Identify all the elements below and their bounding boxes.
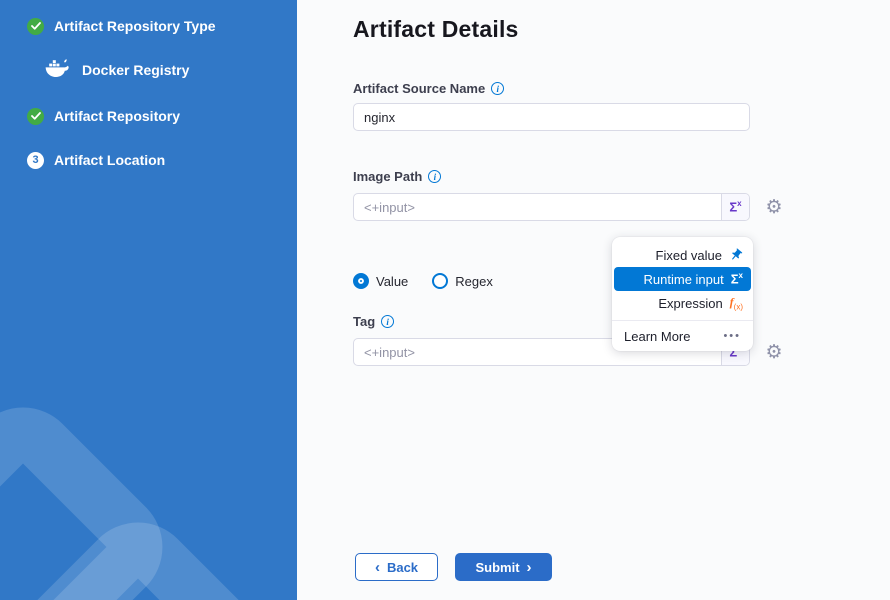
- image-path-label: Image Path i: [353, 169, 441, 184]
- sigma-icon: Σx: [731, 271, 743, 286]
- radio-option-value[interactable]: Value: [353, 273, 408, 289]
- gear-icon[interactable]: ⚙: [763, 341, 785, 363]
- chevron-left-icon: ‹: [375, 560, 380, 575]
- artifact-source-name-label: Artifact Source Name i: [353, 81, 504, 96]
- page-title: Artifact Details: [353, 16, 519, 43]
- step-label: Artifact Repository Type: [54, 18, 216, 34]
- image-path-input[interactable]: [354, 194, 749, 220]
- docker-whale-icon: [44, 59, 70, 81]
- info-icon[interactable]: i: [428, 170, 441, 183]
- step-label: Docker Registry: [82, 62, 189, 78]
- learn-more-link[interactable]: Learn More: [624, 329, 690, 344]
- radio-selected-icon[interactable]: [353, 273, 369, 289]
- menu-item-label: Expression: [658, 296, 722, 311]
- menu-item-label: Fixed value: [656, 248, 722, 263]
- info-icon[interactable]: i: [381, 315, 394, 328]
- main-content: Artifact Details Artifact Source Name i …: [297, 0, 890, 600]
- artifact-source-name-input-wrap: [353, 103, 750, 131]
- step-number-badge: 3: [27, 152, 44, 169]
- pin-icon: [726, 245, 746, 265]
- label-text: Tag: [353, 314, 375, 329]
- menu-item-runtime-input[interactable]: Runtime input Σx: [614, 267, 751, 291]
- menu-item-fixed-value[interactable]: Fixed value: [612, 243, 753, 267]
- check-icon: [27, 18, 44, 35]
- more-options-icon[interactable]: •••: [723, 330, 741, 342]
- label-text: Image Path: [353, 169, 422, 184]
- back-button[interactable]: ‹ Back: [355, 553, 438, 581]
- step-label: Artifact Location: [54, 152, 165, 168]
- sidebar-step-artifact-repository[interactable]: Artifact Repository: [0, 106, 180, 126]
- radio-unselected-icon[interactable]: [432, 273, 448, 289]
- menu-item-label: Runtime input: [644, 272, 724, 287]
- sidebar-step-artifact-location[interactable]: 3 Artifact Location: [0, 150, 165, 170]
- gear-icon[interactable]: ⚙: [763, 196, 785, 218]
- radio-option-regex[interactable]: Regex: [432, 273, 493, 289]
- back-button-label: Back: [387, 560, 418, 575]
- submit-button[interactable]: Submit ›: [455, 553, 552, 581]
- label-text: Artifact Source Name: [353, 81, 485, 96]
- menu-item-expression[interactable]: Expression f(x): [612, 291, 753, 315]
- radio-label: Regex: [455, 274, 493, 289]
- fx-icon: f(x): [730, 295, 743, 311]
- sidebar-subitem-docker-registry[interactable]: Docker Registry: [0, 60, 189, 80]
- tag-type-radio-group: Value Regex: [353, 273, 493, 289]
- tag-label: Tag i: [353, 314, 394, 329]
- info-icon[interactable]: i: [491, 82, 504, 95]
- chevron-right-icon: ›: [527, 560, 532, 575]
- step-label: Artifact Repository: [54, 108, 180, 124]
- multitype-dropdown-menu: Fixed value Runtime input Σx Expression …: [612, 237, 753, 351]
- artifact-source-name-input[interactable]: [354, 104, 749, 130]
- check-icon: [27, 108, 44, 125]
- multitype-sigma-button[interactable]: Σx: [721, 194, 749, 220]
- sidebar-step-artifact-repository-type[interactable]: Artifact Repository Type: [0, 16, 216, 36]
- image-path-input-wrap: Σx: [353, 193, 750, 221]
- menu-footer: Learn More •••: [612, 321, 753, 351]
- radio-label: Value: [376, 274, 408, 289]
- submit-button-label: Submit: [475, 560, 519, 575]
- wizard-sidebar: Artifact Repository Type Docker Registry…: [0, 0, 297, 600]
